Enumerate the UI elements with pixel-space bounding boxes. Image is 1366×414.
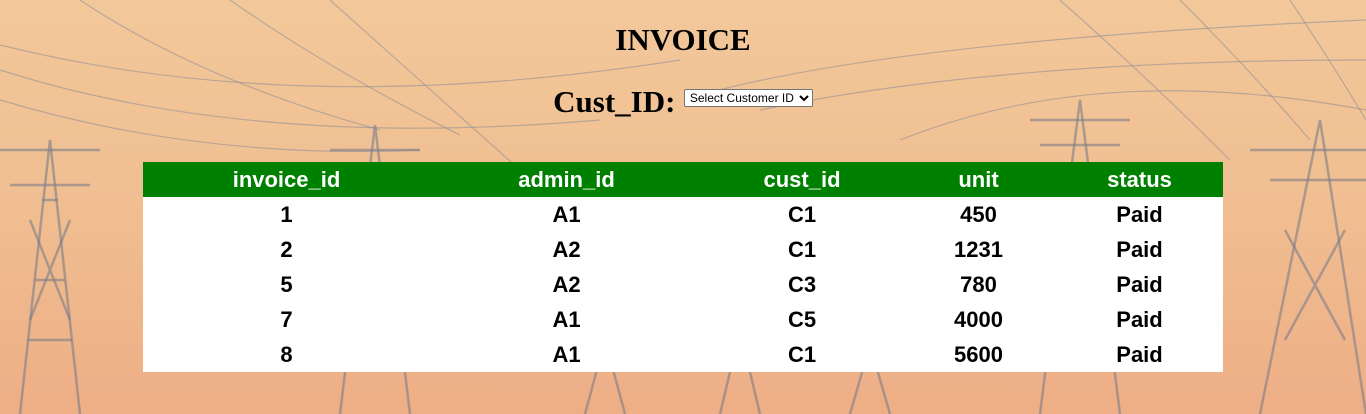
cell-unit: 5600 (954, 342, 1003, 367)
page-content: INVOICE Cust_ID: Select Customer ID invo… (0, 0, 1366, 414)
cell-status: Paid (1116, 342, 1163, 367)
cell-cust-id: C5 (787, 307, 817, 332)
cell-cust-id: C1 (787, 237, 817, 262)
cell-unit: 4000 (954, 307, 1003, 332)
column-header-admin-id: admin_id (518, 167, 615, 192)
column-header-unit: unit (958, 167, 999, 192)
page-title: INVOICE (615, 22, 751, 57)
column-header-cust-id: cust_id (763, 167, 841, 192)
column-header-invoice-id: invoice_id (232, 167, 341, 192)
cell-invoice-id: 2 (280, 237, 293, 262)
cell-status: Paid (1116, 202, 1163, 227)
column-header-status: status (1107, 167, 1172, 192)
customer-filter-label: Cust_ID: (553, 84, 676, 119)
cell-unit: 450 (960, 202, 997, 227)
table-row: 5 A2 C3 780 Paid (143, 267, 1223, 302)
cell-admin-id: A1 (552, 342, 581, 367)
table-header-row: invoice_id admin_id cust_id unit status (143, 162, 1223, 197)
cell-status: Paid (1116, 307, 1163, 332)
cell-admin-id: A1 (552, 202, 581, 227)
customer-id-select[interactable]: Select Customer ID (683, 89, 813, 107)
cell-invoice-id: 7 (280, 307, 293, 332)
table-row: 2 A2 C1 1231 Paid (143, 232, 1223, 267)
customer-filter: Cust_ID: Select Customer ID (0, 84, 1366, 120)
cell-invoice-id: 5 (280, 272, 293, 297)
cell-cust-id: C1 (787, 202, 817, 227)
cell-unit: 1231 (954, 237, 1003, 262)
table-row: 8 A1 C1 5600 Paid (143, 337, 1223, 372)
cell-admin-id: A2 (552, 272, 581, 297)
cell-invoice-id: 8 (280, 342, 293, 367)
cell-status: Paid (1116, 237, 1163, 262)
cell-unit: 780 (960, 272, 997, 297)
cell-cust-id: C3 (787, 272, 817, 297)
cell-invoice-id: 1 (280, 202, 293, 227)
cell-admin-id: A1 (552, 307, 581, 332)
cell-status: Paid (1116, 272, 1163, 297)
invoice-table: invoice_id admin_id cust_id unit status … (143, 162, 1223, 372)
cell-cust-id: C1 (787, 342, 817, 367)
table-row: 7 A1 C5 4000 Paid (143, 302, 1223, 337)
table-row: 1 A1 C1 450 Paid (143, 197, 1223, 232)
cell-admin-id: A2 (552, 237, 581, 262)
